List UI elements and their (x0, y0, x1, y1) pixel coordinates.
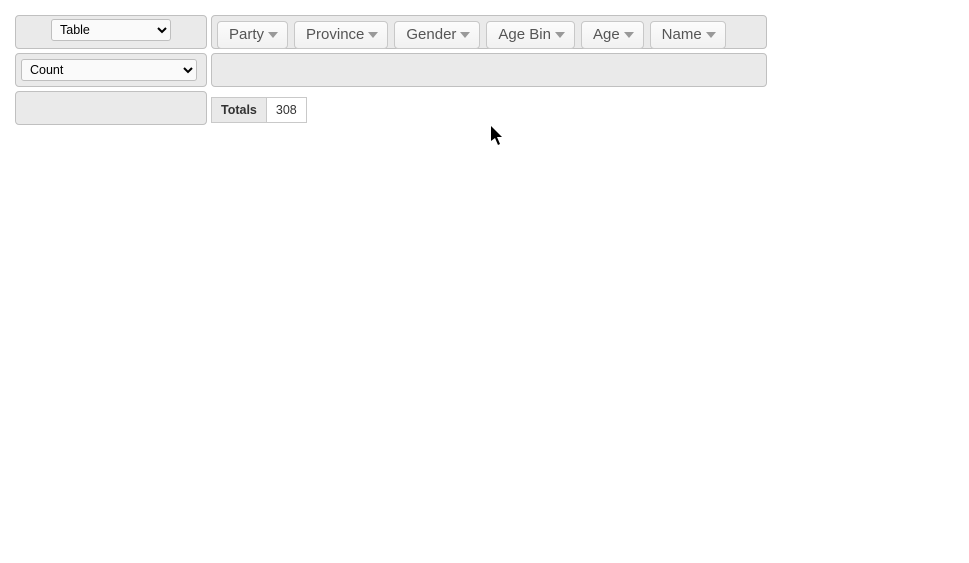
attr-chip-label: Age Bin (498, 26, 551, 44)
aggregator-cell: Count (15, 53, 207, 87)
attr-chip-province[interactable]: Province (294, 21, 388, 49)
attr-chip-label: Gender (406, 26, 456, 44)
attr-chip-name[interactable]: Name (650, 21, 726, 49)
totals-header: Totals (212, 98, 267, 123)
renderer-select[interactable]: Table (51, 19, 171, 41)
attr-chip-party[interactable]: Party (217, 21, 288, 49)
attr-chip-age[interactable]: Age (581, 21, 644, 49)
chevron-down-icon (555, 32, 565, 39)
attr-chip-label: Name (662, 26, 702, 44)
chevron-down-icon (706, 32, 716, 39)
unused-attrs-zone[interactable]: Party Province Gender (211, 15, 767, 49)
rows-drop-zone[interactable] (15, 91, 207, 125)
pivot-result-table: Totals 308 (211, 97, 307, 123)
renderer-cell: Table (15, 15, 207, 49)
attr-chip-label: Province (306, 26, 364, 44)
attr-chip-label: Age (593, 26, 620, 44)
attr-chip-agebin[interactable]: Age Bin (486, 21, 575, 49)
table-row: Totals 308 (212, 98, 307, 123)
totals-value: 308 (266, 98, 306, 123)
chevron-down-icon (624, 32, 634, 39)
chevron-down-icon (268, 32, 278, 39)
aggregator-select[interactable]: Count (21, 59, 197, 81)
chevron-down-icon (460, 32, 470, 39)
chevron-down-icon (368, 32, 378, 39)
cols-drop-zone[interactable] (211, 53, 767, 87)
attr-chip-gender[interactable]: Gender (394, 21, 480, 49)
attr-chip-label: Party (229, 26, 264, 44)
